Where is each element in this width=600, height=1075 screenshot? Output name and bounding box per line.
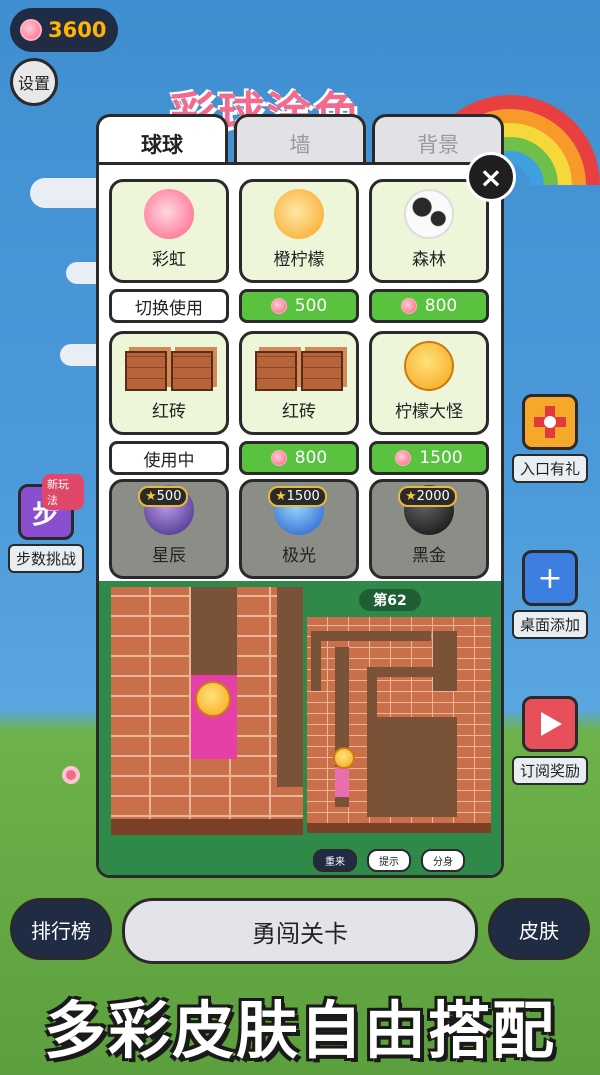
skin-card-aurora[interactable]: ★1500 极光 <box>239 479 359 579</box>
new-mode-badge: 新玩法 <box>42 474 85 510</box>
in-use-button[interactable]: 使用中 <box>109 441 229 475</box>
preview-controls: 重来 提示 分身 <box>313 849 465 872</box>
coin-icon <box>270 298 287 314</box>
lock-cost-badge: ★500 <box>138 486 189 507</box>
skin-name: 黑金 <box>412 546 446 566</box>
skin-preview: 第62 重来 提示 分身 <box>99 581 501 875</box>
close-icon: × <box>479 160 503 194</box>
coin-icon <box>270 450 287 466</box>
entry-gift-label: 入口有礼 <box>512 454 589 483</box>
maze-channel <box>191 587 237 677</box>
button-label: 切换使用 <box>135 298 203 319</box>
skin-card-red-brick[interactable]: 红砖 <box>109 331 229 435</box>
skin-name: 橙柠檬 <box>273 250 325 270</box>
buy-lemon-monster-button[interactable]: 1500 <box>369 441 489 475</box>
lemon-monster-ball <box>195 681 231 717</box>
level-label: 第62 <box>359 589 421 611</box>
coin-icon <box>20 19 42 41</box>
currency-amount: 3600 <box>48 18 107 42</box>
skin-card-rainbow[interactable]: 彩虹 <box>109 179 229 283</box>
skin-card-forest[interactable]: 森林 <box>369 179 489 283</box>
price-label: 500 <box>294 296 328 316</box>
price-label: 800 <box>294 448 328 468</box>
skin-name: 森林 <box>412 250 446 270</box>
skin-card-black-gold[interactable]: ★2000 黑金 <box>369 479 489 579</box>
orange-ball-icon <box>274 189 324 239</box>
buy-forest-button[interactable]: 800 <box>369 289 489 323</box>
steps-challenge-button[interactable]: 步 新玩法 步数挑战 <box>8 474 85 573</box>
lock-cost: 500 <box>156 489 182 504</box>
lemon-monster-ball <box>333 747 355 769</box>
lock-cost: 1500 <box>286 489 320 504</box>
play-level-button[interactable]: 勇闯关卡 <box>122 898 478 964</box>
wall-edge <box>111 819 303 835</box>
maze-channel <box>277 587 303 787</box>
lock-cost: 2000 <box>416 489 450 504</box>
maze-path <box>367 717 457 817</box>
skin-name: 彩虹 <box>152 250 186 270</box>
skin-name: 柠檬大怪 <box>395 402 463 422</box>
flower-decoration <box>62 766 80 784</box>
brick-icon <box>255 351 343 391</box>
maze-path <box>311 631 321 691</box>
star-icon: ★ <box>275 489 287 504</box>
maze-board <box>307 617 491 833</box>
steps-challenge-label: 步数挑战 <box>8 544 85 573</box>
split-button[interactable]: 分身 <box>421 849 465 872</box>
entry-gift-button[interactable]: 入口有礼 <box>512 394 589 483</box>
hint-button[interactable]: 提示 <box>367 849 411 872</box>
button-label: 使用中 <box>143 450 195 471</box>
coin-icon <box>400 298 417 314</box>
skin-card-red-brick-2[interactable]: 红砖 <box>239 331 359 435</box>
skin-name: 极光 <box>282 546 316 566</box>
preview-closeup <box>111 587 303 835</box>
promo-slogan: 多彩皮肤自由搭配 <box>43 994 556 1067</box>
subscribe-reward-button[interactable]: 订阅奖励 <box>512 696 589 785</box>
brick-icon <box>125 351 213 391</box>
buy-red-brick-button[interactable]: 800 <box>239 441 359 475</box>
preview-level: 第62 重来 提示 分身 <box>303 581 491 875</box>
skins-button[interactable]: 皮肤 <box>488 898 590 960</box>
leaderboard-button[interactable]: 排行榜 <box>10 898 112 960</box>
cow-ball-icon <box>404 189 454 239</box>
skin-card-orange-lemon[interactable]: 橙柠檬 <box>239 179 359 283</box>
maze-path <box>335 767 349 797</box>
game-screen: 彩球涂色 3600 设置 步 新玩法 步数挑战 入口有礼 + 桌面添加 订阅奖励… <box>0 0 600 1075</box>
lock-cost-badge: ★2000 <box>398 486 457 507</box>
currency-display: 3600 <box>10 8 118 52</box>
maze-path <box>311 631 431 641</box>
skin-name: 红砖 <box>282 402 316 422</box>
settings-button[interactable]: 设置 <box>10 58 58 106</box>
skin-card-lemon-monster[interactable]: 柠檬大怪 <box>369 331 489 435</box>
switch-use-button[interactable]: 切换使用 <box>109 289 229 323</box>
close-button[interactable]: × <box>466 152 516 202</box>
rainbow-ball-icon <box>144 189 194 239</box>
subscribe-reward-label: 订阅奖励 <box>512 756 589 785</box>
coin-icon <box>395 450 412 466</box>
star-icon: ★ <box>145 489 157 504</box>
desktop-add-label: 桌面添加 <box>512 610 589 639</box>
play-icon <box>522 696 578 752</box>
desktop-add-button[interactable]: + 桌面添加 <box>512 550 589 639</box>
price-label: 1500 <box>419 448 463 468</box>
restart-button[interactable]: 重来 <box>313 849 357 872</box>
maze-path <box>433 631 457 691</box>
skin-name: 星辰 <box>152 546 186 566</box>
plus-icon: + <box>522 550 578 606</box>
skin-panel: 彩虹 橙柠檬 森林 切换使用 500 800 红砖 红砖 柠檬大怪 使用中 80… <box>96 162 504 878</box>
price-label: 800 <box>424 296 458 316</box>
buy-orange-lemon-button[interactable]: 500 <box>239 289 359 323</box>
skin-name: 红砖 <box>152 402 186 422</box>
gift-plus-icon <box>522 394 578 450</box>
lemon-monster-icon <box>404 341 454 391</box>
skin-card-stars[interactable]: ★500 星辰 <box>109 479 229 579</box>
star-icon: ★ <box>405 489 417 504</box>
lock-cost-badge: ★1500 <box>268 486 327 507</box>
